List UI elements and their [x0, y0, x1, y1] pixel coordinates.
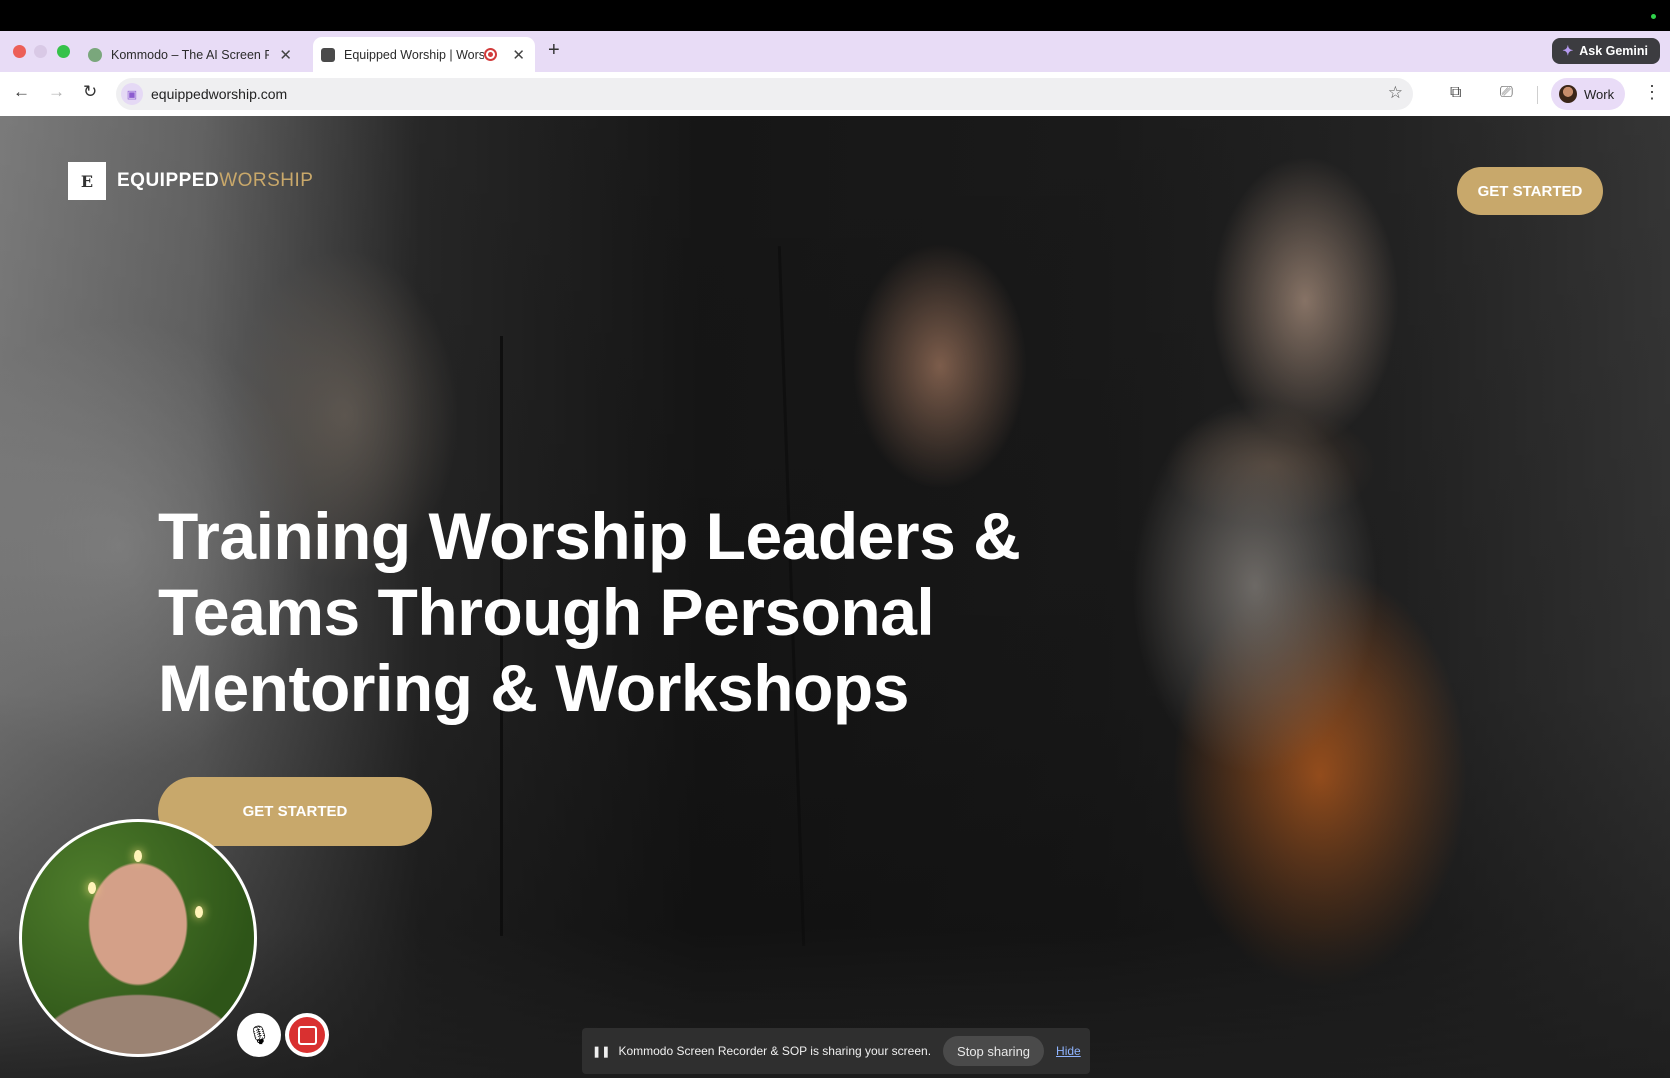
browser-toolbar: ← → ↻ ▣ equippedworship.com ☆ ⧉ ⎚ Work ⋮ [0, 72, 1670, 116]
kommodo-favicon-icon [88, 47, 102, 62]
cast-icon[interactable]: ⎚ [1500, 84, 1513, 102]
hero-headline: Training Worship Leaders & Teams Through… [158, 499, 1021, 725]
tab-title: Equipped Worship | Worsh [344, 47, 484, 62]
mic-icon[interactable]: 🎙 [237, 1013, 281, 1057]
address-bar[interactable]: ▣ equippedworship.com ☆ [116, 78, 1413, 110]
close-tab-icon[interactable]: ✕ [512, 46, 525, 64]
light-bulb-icon [195, 906, 203, 918]
close-tab-icon[interactable]: ✕ [279, 46, 292, 64]
logo-text-light: WORSHIP [219, 170, 314, 191]
url-text[interactable]: equippedworship.com [151, 86, 287, 102]
camera-indicator-icon [1651, 14, 1656, 19]
site-logo[interactable]: E EQUIPPED WORSHIP [68, 162, 313, 200]
tab-strip: Kommodo – The AI Screen Re ✕ Equipped Wo… [0, 31, 1670, 72]
tab-title: Kommodo – The AI Screen Re [111, 47, 269, 62]
tab-equipped-worship[interactable]: Equipped Worship | Worsh ✕ [313, 37, 535, 72]
avatar [1559, 85, 1577, 103]
gemini-sparkle-icon: ✦ [1562, 43, 1574, 58]
recording-controls: 🎙 [237, 1013, 331, 1059]
light-bulb-icon [88, 882, 96, 894]
header-get-started-button[interactable]: GET STARTED [1457, 167, 1603, 215]
system-top-bar [0, 0, 1670, 31]
ask-gemini-label: Ask Gemini [1579, 44, 1648, 58]
logo-mark-icon: E [68, 162, 106, 200]
new-tab-button[interactable]: + [548, 39, 560, 62]
close-window-button[interactable] [13, 45, 26, 58]
profile-label: Work [1584, 86, 1615, 102]
back-icon[interactable]: ← [13, 82, 30, 102]
extensions-icon[interactable]: ⧉ [1450, 84, 1461, 102]
screen-share-bar: ❚❚ Kommodo Screen Recorder & SOP is shar… [582, 1028, 1090, 1074]
stop-record-icon[interactable] [285, 1013, 329, 1057]
ask-gemini-button[interactable]: ✦ Ask Gemini [1552, 38, 1660, 64]
recording-indicator-icon [484, 48, 497, 61]
toolbar-divider [1537, 86, 1538, 104]
camera-icon[interactable]: ▣ [121, 83, 143, 105]
maximize-window-button[interactable] [57, 45, 70, 58]
tab-kommodo[interactable]: Kommodo – The AI Screen Re ✕ [88, 37, 302, 72]
logo-text-bold: EQUIPPED [117, 170, 220, 191]
webcam-bubble[interactable] [19, 819, 257, 1057]
menu-icon[interactable]: ⋮ [1643, 82, 1661, 103]
light-bulb-icon [134, 850, 142, 862]
reload-icon[interactable]: ↻ [83, 82, 97, 102]
drag-handle-icon[interactable]: ❚❚ [592, 1045, 610, 1058]
profile-button[interactable]: Work [1551, 78, 1626, 110]
equipped-favicon-icon [321, 47, 335, 62]
forward-icon[interactable]: → [48, 82, 65, 102]
minimize-window-button[interactable] [34, 45, 47, 58]
star-icon[interactable]: ☆ [1388, 83, 1403, 103]
stop-sharing-button[interactable]: Stop sharing [943, 1036, 1045, 1066]
hide-share-bar-link[interactable]: Hide [1056, 1044, 1081, 1058]
share-message: Kommodo Screen Recorder & SOP is sharing… [618, 1044, 932, 1058]
